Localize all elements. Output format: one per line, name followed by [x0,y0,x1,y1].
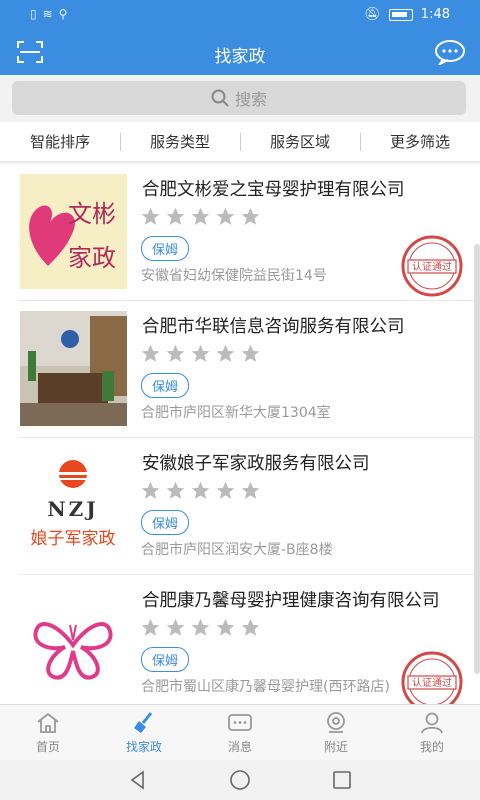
provider-logo: 文彬 家政 [20,174,127,289]
star-icon [141,344,160,362]
rating-stars [140,617,261,638]
filter-sort[interactable]: 智能排序 [0,131,120,152]
tab-label: 找家政 [125,739,162,754]
stamp-text: 认证通过 [412,676,452,689]
star-icon [241,481,260,499]
service-tag: 保姆 [141,236,190,261]
search-icon [211,89,229,107]
rating-stars [140,206,261,227]
chat-icon[interactable] [434,39,466,65]
star-icon [191,481,210,499]
star-icon [241,618,260,636]
provider-name: 安徽娘子军家政服务有限公司 [142,454,370,474]
star-icon [141,618,160,636]
list-item[interactable]: 合肥市华联信息咨询服务有限公司 保姆 合肥市庐阳区新华大厦1304室 [18,301,480,438]
rating-stars [140,343,261,364]
tab-profile[interactable]: 我的 [384,705,480,760]
system-nav-bar [0,760,480,800]
star-icon [216,481,235,499]
star-icon [166,207,185,225]
back-icon[interactable] [127,769,149,791]
status-time: 1:48 [420,7,450,22]
message-icon [228,713,252,731]
star-icon [241,344,260,362]
provider-logo [20,585,127,700]
signal-icon: ▯ [30,7,37,21]
star-icon [191,618,210,636]
wifi-icon: ≋ [42,7,53,21]
scrollbar[interactable] [474,244,480,674]
filter-bar: 智能排序 服务类型 服务区域 更多筛选 [0,122,480,162]
provider-list: 文彬 家政 合肥文彬爱之宝母婴护理有限公司 保姆 安徽省妇幼保健院益民街14号 … [0,164,480,704]
mute-icon: 🔕︎ [364,7,381,22]
verified-stamp-icon: 认证通过 [401,235,463,297]
list-item[interactable]: 合肥康乃馨母婴护理健康咨询有限公司 保姆 合肥市蜀山区康乃馨母婴护理(西环路店)… [18,575,480,704]
tab-label: 消息 [227,739,252,754]
tab-label: 我的 [419,739,444,754]
home-icon [37,712,59,733]
verified-stamp-icon: 认证通过 [401,651,463,704]
status-right: 🔕︎ 1:48 [364,7,450,22]
home-circle-icon[interactable] [229,769,251,791]
filter-service-type[interactable]: 服务类型 [120,131,240,152]
recents-icon[interactable] [331,769,353,791]
logo-text-2: 家政 [68,244,116,272]
usb-icon: ⚲ [58,7,68,21]
provider-photo [20,311,127,426]
star-icon [216,618,235,636]
logo-text-1: NZJ [47,497,98,521]
star-icon [241,207,260,225]
tab-find-housekeeping[interactable]: 找家政 [96,705,192,760]
star-icon [166,481,185,499]
search-placeholder: 搜索 [234,90,267,109]
provider-name: 合肥文彬爱之宝母婴护理有限公司 [142,180,405,200]
star-icon [191,344,210,362]
star-icon [166,618,185,636]
star-icon [216,344,235,362]
logo-text-1: 文彬 [68,200,116,228]
tab-label: 附近 [323,739,348,754]
broom-icon [134,711,153,733]
tab-label: 首页 [35,739,60,754]
star-icon [141,481,160,499]
bottom-tab-bar: 首页 找家政 消息 附近 我的 [0,704,480,760]
filter-service-area[interactable]: 服务区域 [240,131,360,152]
provider-address: 合肥市庐阳区润安大厦-B座8楼 [141,542,333,558]
provider-name: 合肥市华联信息咨询服务有限公司 [142,317,405,337]
star-icon [191,207,210,225]
user-icon [421,712,443,733]
star-icon [216,207,235,225]
battery-icon [388,8,413,21]
rating-stars [140,480,261,501]
search-area: 搜索 [0,75,480,120]
service-tag: 保姆 [141,647,190,672]
tab-home[interactable]: 首页 [0,705,96,760]
page-title: 找家政 [214,47,266,67]
filter-more[interactable]: 更多筛选 [360,131,480,152]
star-icon [141,207,160,225]
logo-text-2: 娘子军家政 [31,529,116,549]
tab-messages[interactable]: 消息 [192,705,288,760]
tab-nearby[interactable]: 附近 [288,705,384,760]
list-item[interactable]: 文彬 家政 合肥文彬爱之宝母婴护理有限公司 保姆 安徽省妇幼保健院益民街14号 … [18,164,480,301]
provider-logo: NZJ 娘子军家政 [20,448,127,563]
star-icon [166,344,185,362]
provider-address: 合肥市庐阳区新华大厦1304室 [141,405,331,421]
provider-name: 合肥康乃馨母婴护理健康咨询有限公司 [142,591,440,611]
service-tag: 保姆 [141,373,190,398]
status-left-icons: ▯ ≋ ⚲ [30,7,67,21]
status-bar: ▯ ≋ ⚲ 🔕︎ 1:48 [0,0,480,30]
service-tag: 保姆 [141,510,190,535]
search-input[interactable]: 搜索 [12,81,466,115]
stamp-text: 认证通过 [412,260,452,273]
list-item[interactable]: NZJ 娘子军家政 安徽娘子军家政服务有限公司 保姆 合肥市庐阳区润安大厦-B座… [18,438,480,575]
location-icon [327,711,345,733]
app-bar: 找家政 [0,30,480,75]
